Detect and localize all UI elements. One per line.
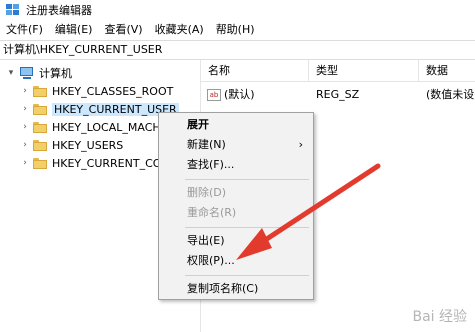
submenu-arrow-icon: › [298,138,303,151]
address-bar[interactable]: 计算机\HKEY_CURRENT_USER [0,40,475,60]
menu-item-export[interactable]: 导出(E) [159,231,313,251]
string-value-icon: ab [207,89,221,101]
menu-item-permissions[interactable]: 权限(P)... [159,251,313,271]
menu-file[interactable]: 文件(F) [0,20,49,40]
menu-item-copy-key-name[interactable]: 复制项名称(C) [159,279,313,299]
tree-item-label: HKEY_CURRENT_CO [52,156,162,170]
value-type: REG_SZ [316,88,360,101]
chevron-down-icon[interactable]: ▾ [6,68,16,78]
menu-item-find[interactable]: 查找(F)... [159,155,313,175]
title-bar: 注册表编辑器 [0,0,475,20]
value-name: (默认) [224,88,255,101]
menu-favorites[interactable]: 收藏夹(A) [149,20,210,40]
window-title: 注册表编辑器 [26,4,92,17]
tree-item-computer[interactable]: ▾ 计算机 [6,64,72,82]
tree-item-hkey-users[interactable]: › HKEY_USERS [20,136,123,154]
menu-item-expand[interactable]: 展开 [159,115,313,135]
folder-icon [33,139,47,151]
folder-icon [33,85,47,97]
menu-separator [185,275,309,276]
menu-view[interactable]: 查看(V) [98,20,148,40]
value-name-cell: ab (默认) [207,86,307,104]
tree-item-hkey-local-machine[interactable]: › HKEY_LOCAL_MACH [20,118,161,136]
tree-item-hkey-current-user[interactable]: › HKEY_CURRENT_USER [20,100,179,118]
chevron-right-icon[interactable]: › [20,122,30,132]
chevron-right-icon[interactable]: › [20,158,30,168]
menu-item-new[interactable]: 新建(N) › [159,135,313,155]
context-menu: 展开 新建(N) › 查找(F)... 删除(D) 重命名(R) 导出(E) 权… [158,112,314,300]
menu-edit[interactable]: 编辑(E) [49,20,99,40]
folder-icon [33,157,47,169]
column-header-data[interactable]: 数据 [419,60,475,82]
tree-item-hkey-current-config[interactable]: › HKEY_CURRENT_CO [20,154,161,172]
menu-bar: 文件(F) 编辑(E) 查看(V) 收藏夹(A) 帮助(H) [0,20,475,40]
menu-item-new-label: 新建(N) [187,138,226,151]
list-header: 名称 类型 数据 [201,60,475,82]
folder-icon [33,121,47,133]
menu-item-delete[interactable]: 删除(D) [159,183,313,203]
value-data: (数值未设 [426,88,475,101]
watermark: Bai 经验 [412,309,467,325]
regedit-app-icon [6,4,20,16]
menu-separator [185,179,309,180]
computer-icon [19,66,35,80]
column-header-type[interactable]: 类型 [309,60,419,82]
tree-item-hkey-classes-root[interactable]: › HKEY_CLASSES_ROOT [20,82,173,100]
tree-item-label: 计算机 [39,67,72,80]
tree-item-label: HKEY_LOCAL_MACH [52,120,161,134]
column-header-name[interactable]: 名称 [201,60,309,82]
tree-item-label: HKEY_USERS [52,138,124,152]
folder-icon [33,103,47,115]
tree-item-label: HKEY_CLASSES_ROOT [52,84,174,98]
chevron-right-icon[interactable]: › [20,104,30,114]
list-item[interactable]: ab (默认) REG_SZ (数值未设 [201,86,475,104]
menu-item-rename[interactable]: 重命名(R) [159,203,313,223]
chevron-right-icon[interactable]: › [20,86,30,96]
menu-help[interactable]: 帮助(H) [210,20,261,40]
menu-separator [185,227,309,228]
chevron-right-icon[interactable]: › [20,140,30,150]
